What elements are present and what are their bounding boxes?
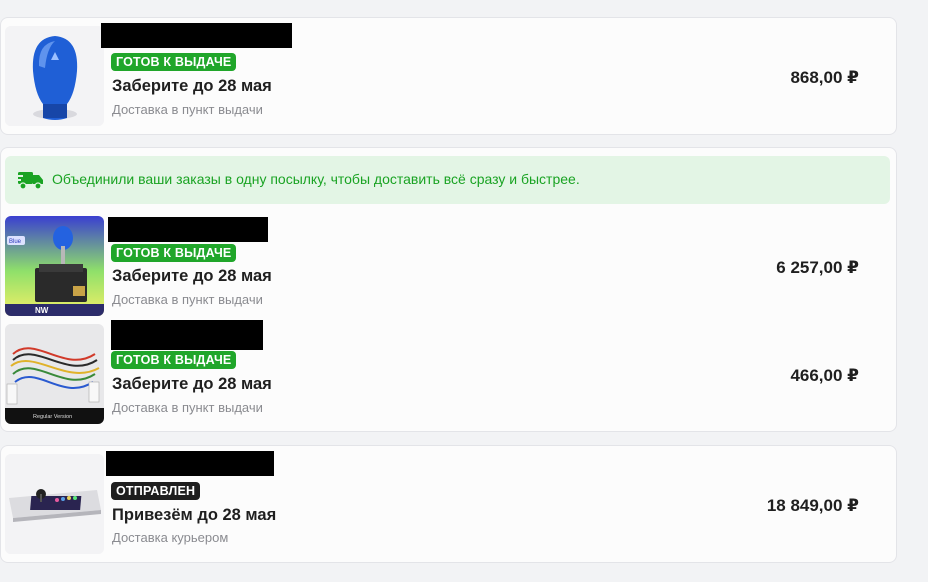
order-card-bundle: Объединили ваши заказы в одну посылку, ч…: [0, 147, 897, 432]
redacted-title: [108, 217, 268, 242]
redacted-title: [111, 320, 263, 350]
pickup-deadline: Заберите до 28 мая: [112, 375, 272, 393]
redacted-title: [106, 451, 274, 476]
product-image-wire-harness[interactable]: Regular Version: [5, 324, 104, 424]
pickup-deadline: Заберите до 28 мая: [112, 267, 272, 285]
redacted-title: [101, 23, 292, 48]
bundle-banner-text: Объединили ваши заказы в одну посылку, ч…: [52, 171, 580, 187]
status-badge: ГОТОВ К ВЫДАЧЕ: [111, 244, 237, 262]
order-price: 466,00 ₽: [790, 366, 859, 385]
thumb-corner-label: Blue: [9, 239, 22, 245]
joystick-image: Blue NW: [5, 216, 104, 316]
status-badge: ОТПРАВЛЕН: [111, 482, 201, 500]
delivery-method: Доставка в пункт выдачи: [112, 102, 263, 117]
pickup-deadline: Заберите до 28 мая: [112, 77, 272, 95]
status-badge: ГОТОВ К ВЫДАЧЕ: [111, 53, 237, 71]
product-image-ball-knob[interactable]: [5, 26, 104, 126]
delivery-method: Доставка в пункт выдачи: [112, 400, 263, 415]
bundle-banner: Объединили ваши заказы в одну посылку, ч…: [5, 156, 890, 204]
status-badge: ГОТОВ К ВЫДАЧЕ: [111, 351, 237, 369]
product-image-arcade-stick[interactable]: [5, 454, 104, 554]
order-price: 18 849,00 ₽: [766, 496, 859, 515]
thumb-bottom-label: NW: [35, 306, 49, 315]
delivery-method: Доставка в пункт выдачи: [112, 292, 263, 307]
arcade-stick-image: [5, 454, 104, 554]
order-card-knob[interactable]: ГОТОВ К ВЫДАЧЕ Заберите до 28 мая Достав…: [0, 17, 897, 135]
delivery-method: Доставка курьером: [112, 530, 229, 545]
order-price: 6 257,00 ₽: [776, 258, 859, 277]
product-image-joystick[interactable]: Blue NW: [5, 216, 104, 316]
delivery-truck-icon: [15, 172, 43, 190]
order-price: 868,00 ₽: [790, 68, 859, 87]
thumb-caption: Regular Version: [33, 414, 72, 420]
ball-knob-image: [5, 26, 104, 126]
order-card-arcade-stick[interactable]: ОТПРАВЛЕН Привезём до 28 мая Доставка ку…: [0, 445, 897, 563]
wire-harness-image: Regular Version: [5, 324, 104, 424]
delivery-deadline: Привезём до 28 мая: [112, 506, 277, 524]
